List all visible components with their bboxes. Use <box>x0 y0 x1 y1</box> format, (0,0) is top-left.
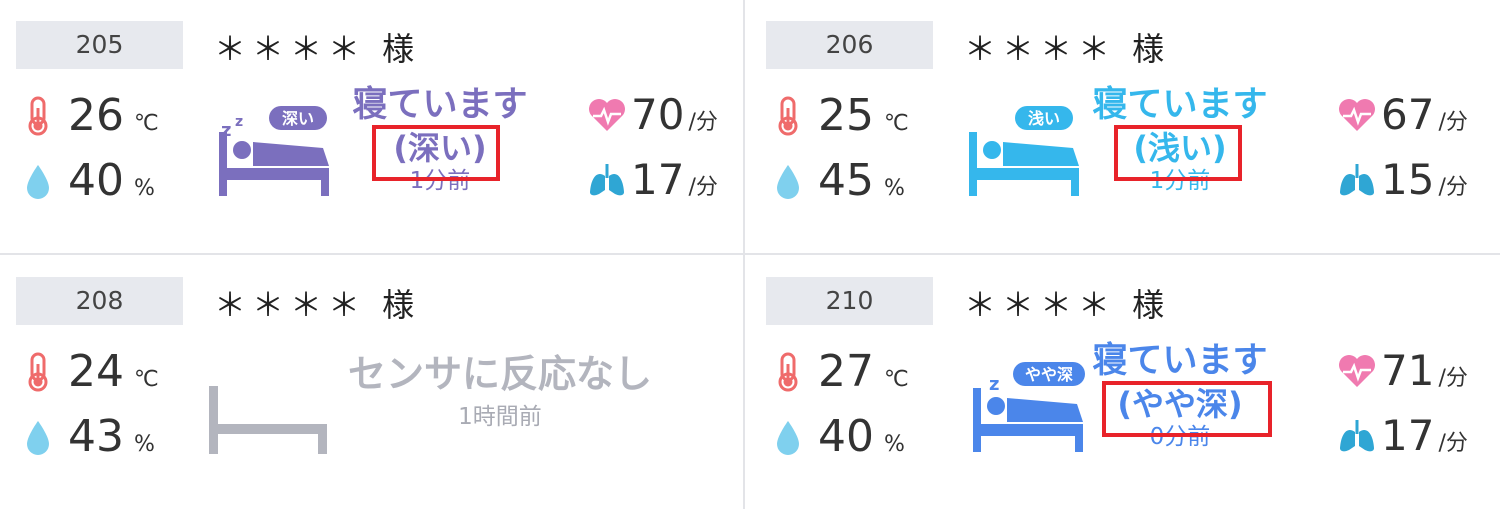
temperature-unit: ℃ <box>134 367 159 392</box>
room-number: 205 <box>16 21 183 69</box>
svg-text:z: z <box>235 114 243 130</box>
temperature-row: 25 ℃ <box>774 90 909 141</box>
temperature-unit: ℃ <box>134 111 159 136</box>
thermometer-icon <box>778 352 798 391</box>
temperature-row: 27 ℃ <box>774 346 909 397</box>
temperature-unit: ℃ <box>884 367 909 392</box>
resident-name: ＊＊＊＊ 様 <box>214 286 421 324</box>
water-drop-icon <box>777 164 799 199</box>
humidity-row: 43 % <box>24 411 155 462</box>
sleep-depth-badge: 深い <box>282 109 314 128</box>
humidity-unit: % <box>134 432 155 457</box>
heart-rate-unit: /分 <box>1438 110 1468 135</box>
room-card-210[interactable]: 210 ＊＊＊＊ 様 27 ℃ 40 % z やや深 寝ています (やや深) 0… <box>750 256 1493 509</box>
respiration-row: 17 /分 <box>587 155 718 204</box>
humidity-unit: % <box>884 176 905 201</box>
respiration-value: 15 <box>1381 155 1435 204</box>
heart-rate-value: 70 <box>631 90 685 139</box>
thermometer-icon <box>778 96 798 135</box>
water-drop-icon <box>777 420 799 455</box>
sleep-status-label: 寝ています <box>1092 341 1268 381</box>
humidity-row: 45 % <box>774 155 905 206</box>
sleep-depth-badge: 浅い <box>1028 109 1060 128</box>
heart-rate-unit: /分 <box>1438 366 1468 391</box>
heart-rate-row: 67 /分 <box>1337 90 1468 139</box>
room-number: 206 <box>766 21 933 69</box>
no-sensor-status: センサに反応なし 1時間前 <box>330 352 670 432</box>
highlight-box <box>1114 125 1242 181</box>
heart-rate-row: 70 /分 <box>587 90 718 139</box>
temperature-value: 24 <box>68 346 124 397</box>
heart-rate-icon <box>1339 354 1375 387</box>
temperature-row: 24 ℃ <box>24 346 159 397</box>
lungs-icon <box>1340 419 1374 451</box>
last-update-time: 1時間前 <box>458 404 542 430</box>
respiration-row: 17 /分 <box>1337 411 1468 460</box>
highlight-box <box>1102 381 1272 437</box>
room-card-206[interactable]: 206 ＊＊＊＊ 様 25 ℃ 45 % 浅い 寝ています (浅い) 1分前 6… <box>750 0 1493 253</box>
water-drop-icon <box>27 420 49 455</box>
humidity-unit: % <box>134 176 155 201</box>
respiration-row: 15 /分 <box>1337 155 1468 204</box>
water-drop-icon <box>27 164 49 199</box>
heart-rate-icon <box>1339 98 1375 131</box>
lungs-icon <box>590 163 624 195</box>
heart-rate-value: 71 <box>1381 346 1435 395</box>
room-number: 210 <box>766 277 933 325</box>
highlight-box <box>372 125 500 181</box>
respiration-unit: /分 <box>1438 175 1468 200</box>
humidity-value: 43 <box>68 411 124 462</box>
humidity-value: 40 <box>818 411 874 462</box>
heart-rate-row: 71 /分 <box>1337 346 1468 395</box>
temperature-value: 27 <box>818 346 874 397</box>
temperature-value: 26 <box>68 90 124 141</box>
heart-rate-icon <box>589 98 625 131</box>
resident-name: ＊＊＊＊ 様 <box>964 286 1171 324</box>
sleep-status-label: 寝ています <box>352 85 528 125</box>
sleeping-bed-icon: z z 深い <box>219 106 329 196</box>
respiration-value: 17 <box>631 155 685 204</box>
respiration-value: 17 <box>1381 411 1435 460</box>
humidity-row: 40 % <box>774 411 905 462</box>
sleep-status-label: 寝ています <box>1092 85 1268 125</box>
humidity-value: 45 <box>818 155 874 206</box>
grid-divider-horizontal <box>0 253 1500 255</box>
respiration-unit: /分 <box>1438 431 1468 456</box>
humidity-value: 40 <box>68 155 124 206</box>
sleep-depth-badge: やや深 <box>1025 365 1073 384</box>
lungs-icon <box>1340 163 1374 195</box>
room-number: 208 <box>16 277 183 325</box>
humidity-unit: % <box>884 432 905 457</box>
humidity-row: 40 % <box>24 155 155 206</box>
no-sensor-label: センサに反応なし <box>347 352 652 396</box>
temperature-unit: ℃ <box>884 111 909 136</box>
temperature-row: 26 ℃ <box>24 90 159 141</box>
sleeping-bed-icon: 浅い <box>969 106 1079 196</box>
svg-text:z: z <box>989 374 999 395</box>
room-status-grid: 205 ＊＊＊＊ 様 26 ℃ 40 % z z 深い 寝ています (深い) 1… <box>0 0 1500 509</box>
resident-name: ＊＊＊＊ 様 <box>214 30 421 68</box>
empty-bed-icon <box>209 386 327 454</box>
room-card-205[interactable]: 205 ＊＊＊＊ 様 26 ℃ 40 % z z 深い 寝ています (深い) 1… <box>0 0 743 253</box>
thermometer-icon <box>28 352 48 391</box>
heart-rate-value: 67 <box>1381 90 1435 139</box>
temperature-value: 25 <box>818 90 874 141</box>
respiration-unit: /分 <box>688 175 718 200</box>
thermometer-icon <box>28 96 48 135</box>
heart-rate-unit: /分 <box>688 110 718 135</box>
resident-name: ＊＊＊＊ 様 <box>964 30 1171 68</box>
